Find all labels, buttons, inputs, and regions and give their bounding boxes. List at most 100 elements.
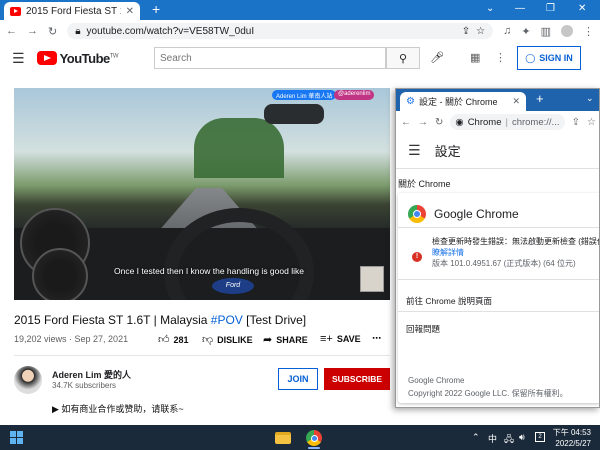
- settings-header: ☰ 設定: [396, 133, 599, 169]
- help-page-link[interactable]: 前往 Chrome 說明頁面: [406, 295, 492, 307]
- url-text: youtube.com/watch?v=VE58TW_0duI: [86, 25, 255, 37]
- more-actions-button[interactable]: ⋯: [372, 333, 381, 344]
- product-row: Google Chrome: [408, 205, 519, 223]
- close-tab-icon[interactable]: ✕: [512, 96, 520, 107]
- like-count: 281: [173, 334, 189, 345]
- dislike-button[interactable]: 👎︎ DISLIKE: [202, 333, 253, 346]
- like-button[interactable]: 👍︎ 281: [158, 333, 189, 346]
- apps-grid-icon[interactable]: ▦: [470, 51, 480, 64]
- bookmark-star-icon[interactable]: ☆: [476, 26, 485, 37]
- reload-icon[interactable]: ↻: [435, 117, 443, 128]
- browser-tab-strip: 2015 Ford Fiesta ST 1.6T | Ma ✕ + ⌄ — ❐ …: [0, 0, 600, 20]
- video-scene-gauge: [32, 248, 88, 300]
- account-icon: ◯: [525, 52, 536, 63]
- reload-icon[interactable]: ↻: [48, 25, 57, 38]
- new-tab-button[interactable]: +: [152, 1, 160, 17]
- maximize-icon[interactable]: ❐: [546, 3, 555, 14]
- youtube-header: ☰ YouTubeTW ⚲ 🎤︎ ▦ ⋮ ◯ SIGN IN: [0, 42, 600, 74]
- close-tab-icon[interactable]: ✕: [126, 6, 134, 17]
- region-code: TW: [109, 53, 119, 60]
- forward-icon[interactable]: →: [27, 25, 38, 37]
- active-app-indicator: [308, 447, 320, 449]
- new-tab-button[interactable]: +: [536, 91, 544, 106]
- taskbar-clock[interactable]: 下午 04:53 2022/5/27: [551, 427, 591, 449]
- more-icon: ⋯: [372, 333, 381, 343]
- share-label: SHARE: [276, 334, 308, 345]
- version-text: 版本 101.0.4951.67 (正式版本) (64 位元): [432, 259, 576, 268]
- bookmark-star-icon[interactable]: ☆: [587, 117, 596, 128]
- language-icon[interactable]: 中: [488, 432, 497, 445]
- share-icon: ➦: [263, 334, 273, 346]
- subscribe-button[interactable]: SUBSCRIBE: [324, 368, 390, 390]
- search-button[interactable]: ⚲: [386, 47, 420, 69]
- chrome-menu-icon[interactable]: ⋮: [583, 25, 594, 38]
- video-presenter-thumbnail: [360, 266, 384, 292]
- divider: [398, 227, 599, 228]
- join-button[interactable]: JOIN: [278, 368, 318, 390]
- divider: [398, 279, 599, 280]
- youtube-logo-text: YouTube: [59, 50, 111, 66]
- settings-tab[interactable]: ⚙ 設定 - 關於 Chrome ✕: [400, 92, 526, 111]
- settings-tab-strip: ⚙ 設定 - 關於 Chrome ✕ + ⌄: [396, 89, 599, 111]
- notification-badge[interactable]: 2: [535, 432, 545, 442]
- close-window-icon[interactable]: ✕: [578, 3, 586, 14]
- tab-title: 2015 Ford Fiesta ST 1.6T | Ma: [26, 5, 121, 17]
- media-control-icon[interactable]: ♫: [503, 25, 511, 37]
- tab-search-icon[interactable]: ⌄: [486, 3, 494, 14]
- video-title-prefix: 2015 Ford Fiesta ST 1.6T | Malaysia: [14, 313, 211, 327]
- file-explorer-button[interactable]: [272, 428, 294, 448]
- video-scene-mirror: [264, 104, 324, 124]
- profile-avatar[interactable]: [561, 25, 573, 37]
- chevron-up-icon[interactable]: ⌃: [472, 432, 480, 443]
- save-button[interactable]: ≡+ SAVE: [320, 333, 361, 345]
- settings-menu-icon[interactable]: ☰: [408, 142, 421, 159]
- minimize-icon[interactable]: —: [515, 3, 525, 14]
- chevron-down-icon[interactable]: ⌄: [586, 93, 594, 104]
- video-title: 2015 Ford Fiesta ST 1.6T | Malaysia #POV…: [14, 313, 306, 327]
- chrome-taskbar-button[interactable]: [303, 428, 325, 448]
- footer-product-name: Google Chrome: [408, 376, 465, 385]
- microphone-icon[interactable]: 🎤︎: [430, 51, 444, 64]
- forward-icon[interactable]: →: [418, 117, 428, 128]
- extensions-icon[interactable]: ✦: [521, 25, 530, 38]
- share-page-icon[interactable]: ⇪: [572, 117, 580, 128]
- address-bar[interactable]: 🔒︎ youtube.com/watch?v=VE58TW_0duI ⇪ ☆: [67, 23, 494, 39]
- back-icon[interactable]: ←: [6, 25, 17, 37]
- video-subtitle: Once I tested then I know the handling i…: [114, 266, 304, 276]
- clock-time: 下午 04:53: [552, 428, 591, 437]
- settings-address-bar[interactable]: ◉ Chrome | chrome://...: [450, 114, 565, 130]
- browser-tab-youtube[interactable]: 2015 Ford Fiesta ST 1.6T | Ma ✕: [4, 2, 140, 20]
- back-icon[interactable]: ←: [401, 117, 411, 128]
- guide-menu-icon[interactable]: ☰: [12, 50, 25, 67]
- chrome-site-icon: ◉: [455, 116, 464, 128]
- network-icon[interactable]: 🖧︎: [504, 432, 514, 448]
- start-button-icon[interactable]: [10, 431, 23, 444]
- dislike-label: DISLIKE: [217, 334, 253, 345]
- save-label: SAVE: [336, 334, 361, 344]
- volume-icon[interactable]: 🔊︎: [519, 432, 525, 443]
- share-button[interactable]: ➦ SHARE: [263, 333, 308, 346]
- youtube-logo[interactable]: YouTubeTW: [36, 50, 119, 66]
- sign-in-button[interactable]: ◯ SIGN IN: [517, 46, 581, 70]
- channel-avatar[interactable]: [14, 366, 42, 394]
- thumbs-down-icon: 👎︎: [202, 334, 214, 346]
- divider: [14, 355, 390, 356]
- clock-date: 2022/5/27: [555, 439, 591, 448]
- settings-more-icon[interactable]: ⋮: [495, 51, 506, 64]
- settings-tab-title: 設定 - 關於 Chrome: [418, 97, 498, 107]
- side-panel-icon[interactable]: ▥: [541, 25, 551, 38]
- hashtag-link[interactable]: #POV: [211, 313, 243, 327]
- folder-icon: [275, 432, 291, 444]
- channel-name[interactable]: Aderen Lim 愛的人: [52, 368, 131, 381]
- video-scene-trees: [194, 118, 284, 178]
- footer-copyright: Copyright 2022 Google LLC. 保留所有權利。: [408, 389, 568, 398]
- report-issue-link[interactable]: 回報問題: [406, 323, 440, 335]
- taskbar: ⌃ 中 🖧︎ 🔊︎ 2 下午 04:53 2022/5/27: [0, 425, 600, 450]
- about-chrome-heading: 關於 Chrome: [398, 179, 451, 189]
- video-player[interactable]: Ford Aderen Lim 華南人站 @aderenlim Once I t…: [14, 88, 390, 300]
- search-input[interactable]: [154, 47, 386, 69]
- browser-toolbar: ← → ↻ 🔒︎ youtube.com/watch?v=VE58TW_0duI…: [0, 20, 600, 42]
- learn-more-link[interactable]: 瞭解詳情: [432, 247, 464, 258]
- search-icon: ⚲: [398, 52, 408, 65]
- share-page-icon[interactable]: ⇪: [462, 26, 470, 37]
